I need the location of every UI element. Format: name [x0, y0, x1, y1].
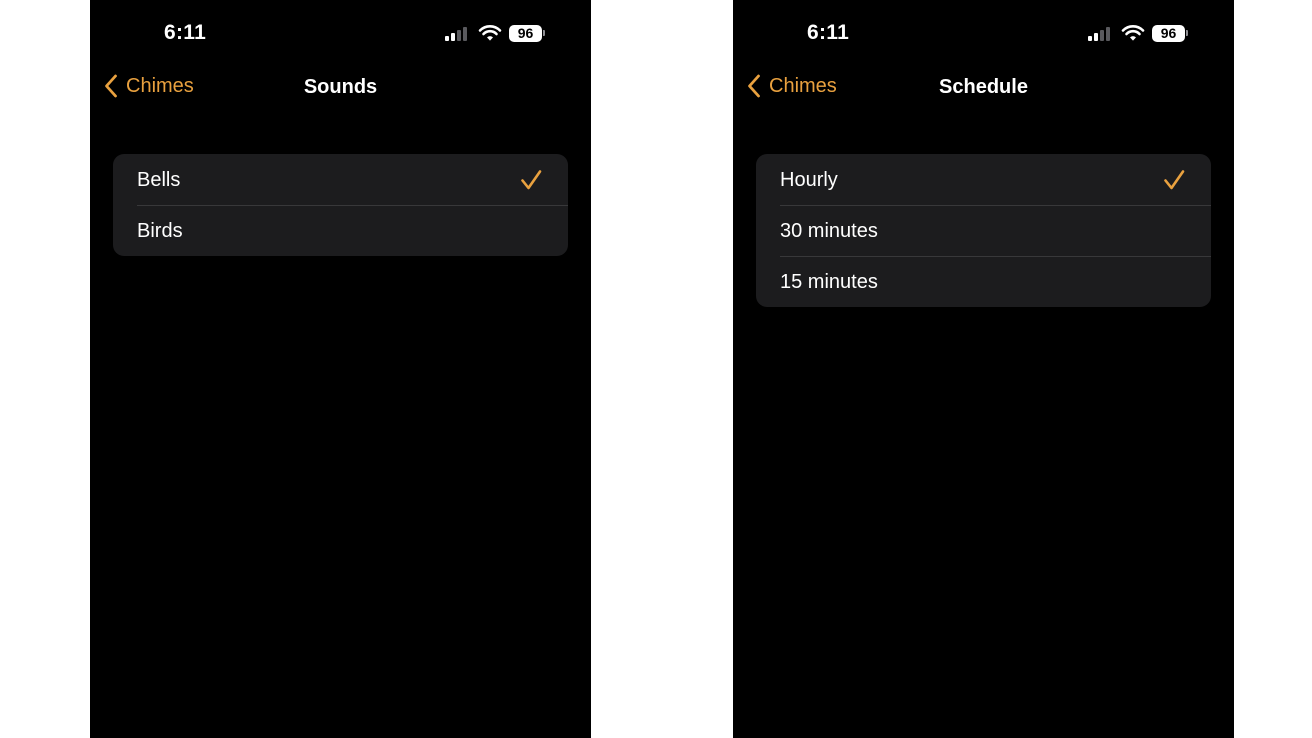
navigation-bar: Chimes Sounds — [90, 66, 591, 110]
option-row-bells[interactable]: Bells — [113, 154, 568, 205]
navigation-bar: Chimes Schedule — [733, 66, 1234, 110]
schedule-options-list: Hourly 30 minutes 15 minutes — [756, 154, 1211, 307]
option-label: Birds — [137, 220, 183, 242]
status-icons: 96 — [445, 22, 545, 44]
checkmark-icon — [1164, 170, 1185, 190]
status-time: 6:11 — [164, 21, 207, 44]
option-row-hourly[interactable]: Hourly — [756, 154, 1211, 205]
option-row-30-minutes[interactable]: 30 minutes — [756, 205, 1211, 256]
page-title: Sounds — [303, 76, 378, 98]
option-label: Bells — [137, 169, 181, 191]
schedule-screen: 6:11 96 Chimes Schedule Hourly 30 minute… — [733, 0, 1234, 738]
cellular-signal-icon — [445, 25, 471, 41]
page-title: Schedule — [939, 76, 1028, 98]
battery-level: 96 — [509, 24, 542, 42]
screenshot-canvas: 6:11 96 Chimes Sounds Bells Birds 6:11 9… — [0, 0, 1312, 738]
checkmark-icon — [521, 170, 542, 190]
status-time: 6:11 — [807, 21, 850, 44]
wifi-icon — [478, 25, 502, 41]
status-bar: 6:11 96 — [733, 0, 1234, 66]
battery-level: 96 — [1152, 24, 1185, 42]
option-row-15-minutes[interactable]: 15 minutes — [756, 256, 1211, 307]
option-label: 30 minutes — [780, 220, 878, 242]
status-icons: 96 — [1088, 22, 1188, 44]
battery-icon: 96 — [1152, 24, 1188, 42]
sounds-screen: 6:11 96 Chimes Sounds Bells Birds — [90, 0, 591, 738]
option-label: Hourly — [780, 169, 838, 191]
cellular-signal-icon — [1088, 25, 1114, 41]
battery-icon: 96 — [509, 24, 545, 42]
option-label: 15 minutes — [780, 271, 878, 293]
sound-options-list: Bells Birds — [113, 154, 568, 256]
status-bar: 6:11 96 — [90, 0, 591, 66]
wifi-icon — [1121, 25, 1145, 41]
option-row-birds[interactable]: Birds — [113, 205, 568, 256]
